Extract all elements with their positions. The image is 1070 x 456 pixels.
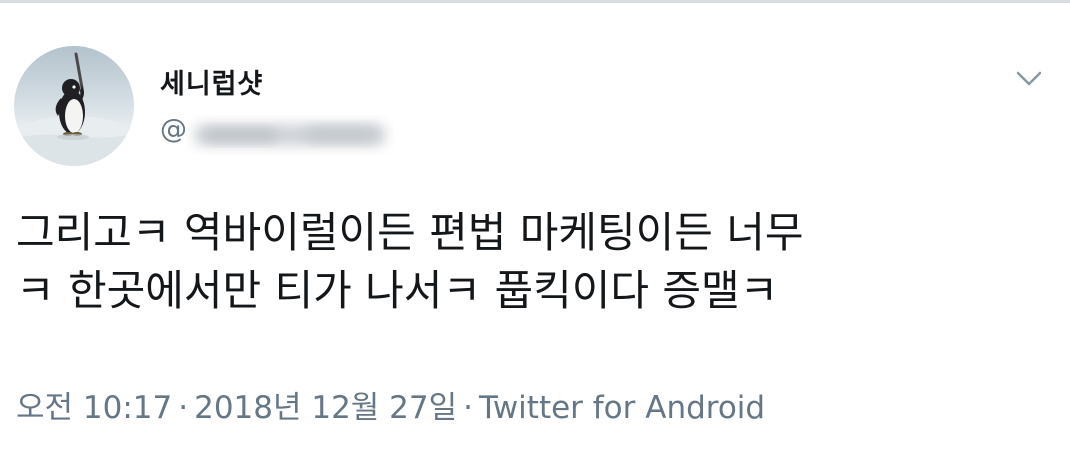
handle[interactable]: @	[160, 114, 187, 145]
tweet-text: 그리고ㅋ 역바이럴이든 편법 마케팅이든 너무 ㅋ 한곳에서만 티가 나서ㅋ 풉…	[16, 204, 1046, 320]
meta-separator: ·	[463, 390, 474, 426]
source-link[interactable]: Twitter for Android	[479, 390, 765, 426]
avatar[interactable]	[14, 46, 134, 166]
date[interactable]: 2018년 12월 27일	[194, 390, 457, 426]
meta-separator: ·	[178, 390, 189, 426]
tweet-text-line-1: 그리고ㅋ 역바이럴이든 편법 마케팅이든 너무	[16, 208, 804, 257]
timestamp[interactable]: 오전 10:17	[16, 390, 172, 426]
chevron-down-icon[interactable]	[1010, 60, 1048, 98]
tweet-meta: 오전 10:17 · 2018년 12월 27일 · Twitter for Andro…	[16, 382, 765, 427]
tweet-card: 세니럽샷 @ 그리고ㅋ 역바이럴이든 편법 마케팅이든 너무 ㅋ 한곳에서만 티…	[0, 0, 1070, 456]
handle-redaction-blur	[194, 124, 386, 146]
penguin-avatar-image	[14, 52, 134, 166]
display-name[interactable]: 세니럽샷	[160, 62, 263, 101]
tweet-text-line-2: ㅋ 한곳에서만 티가 나서ㅋ 풉킥이다 증맬ㅋ	[16, 266, 779, 315]
